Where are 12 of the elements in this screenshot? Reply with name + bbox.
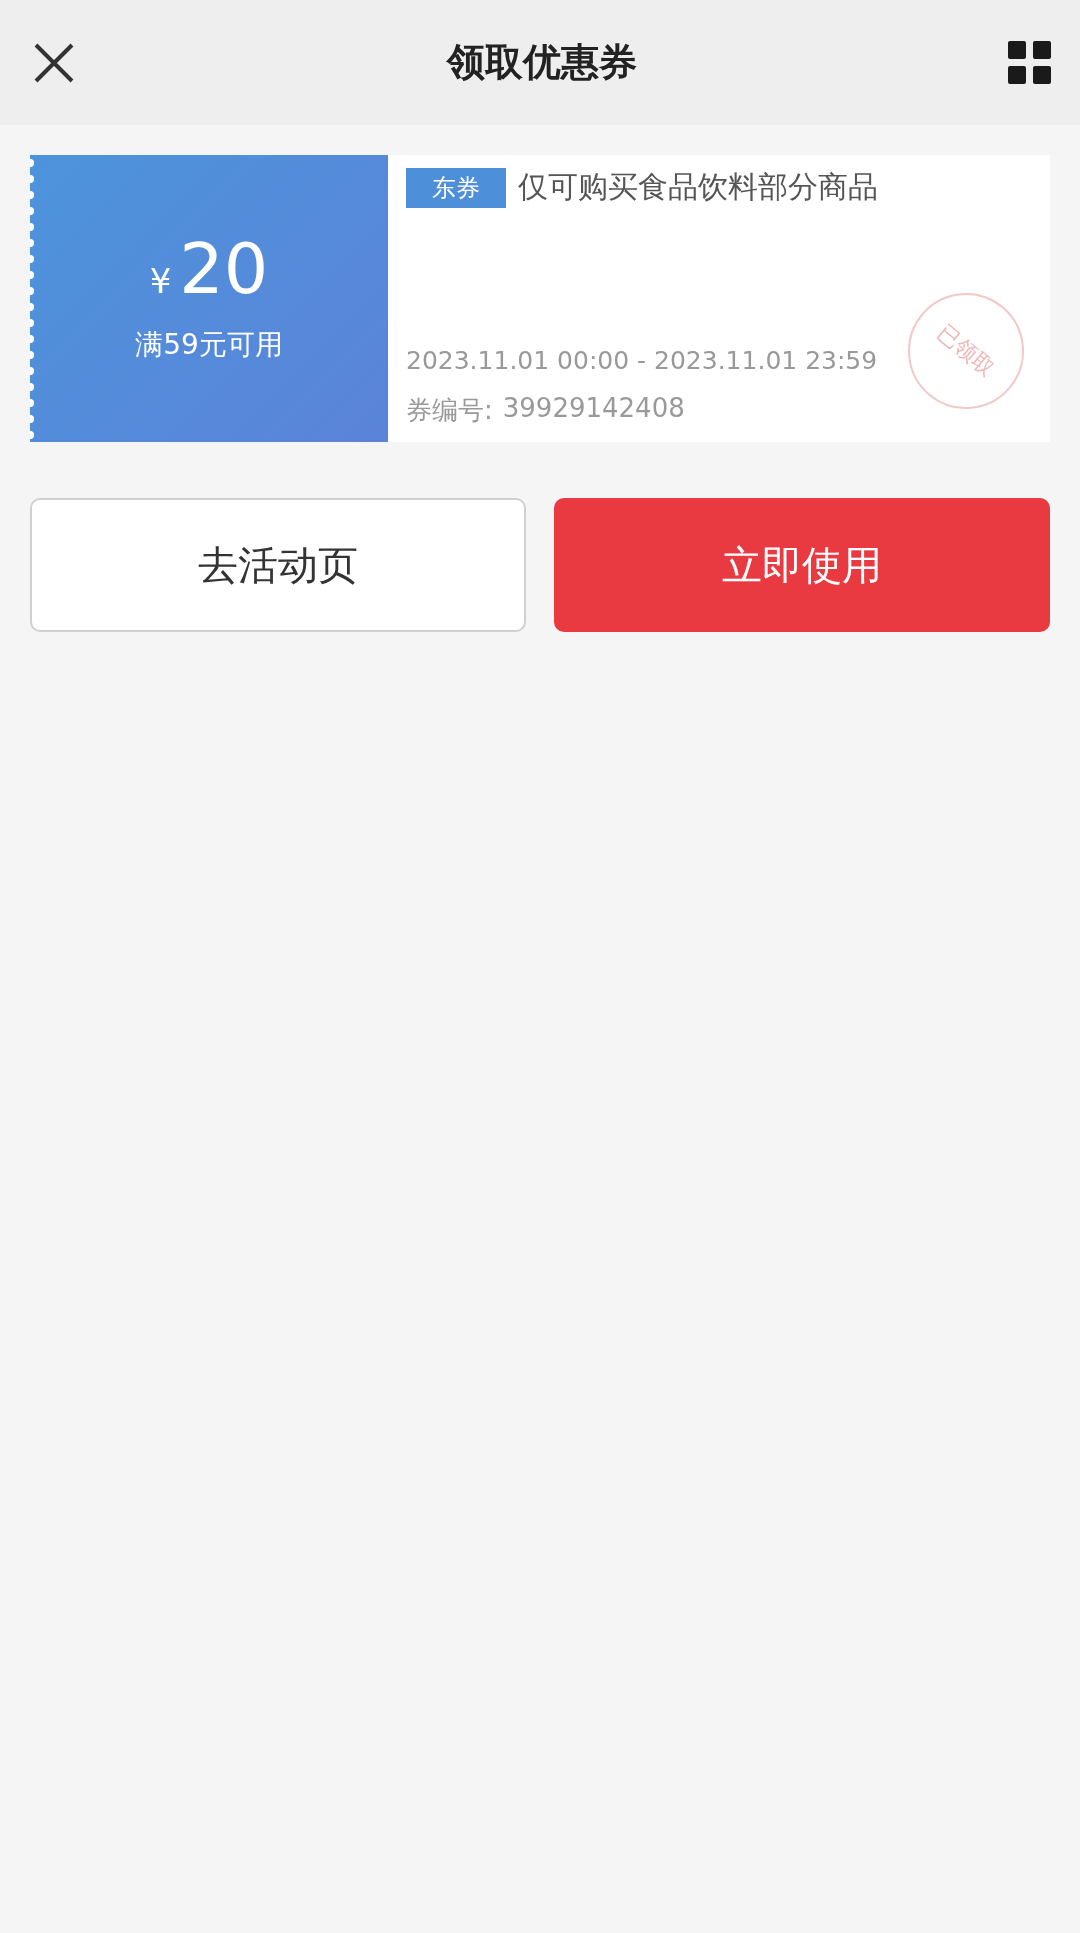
grid-icon[interactable] (1008, 40, 1052, 85)
coupon-description: 仅可购买食品饮料部分商品 (518, 168, 878, 206)
page-title: 领取优惠券 (447, 39, 637, 86)
coupon-tag: 东券 (406, 167, 506, 208)
use-now-button[interactable]: 立即使用 (554, 498, 1050, 632)
coupon-amount: 20 (179, 233, 269, 304)
currency-symbol: ¥ (149, 260, 172, 301)
activity-page-button[interactable]: 去活动页 (30, 498, 526, 632)
coupon-code: 39929142408 (502, 393, 685, 425)
code-label: 券编号: (406, 394, 493, 427)
usage-condition: 满59元可用 (135, 326, 283, 363)
validity-period: 2023.11.01 00:00 - 2023.11.01 23:59 (406, 346, 878, 375)
